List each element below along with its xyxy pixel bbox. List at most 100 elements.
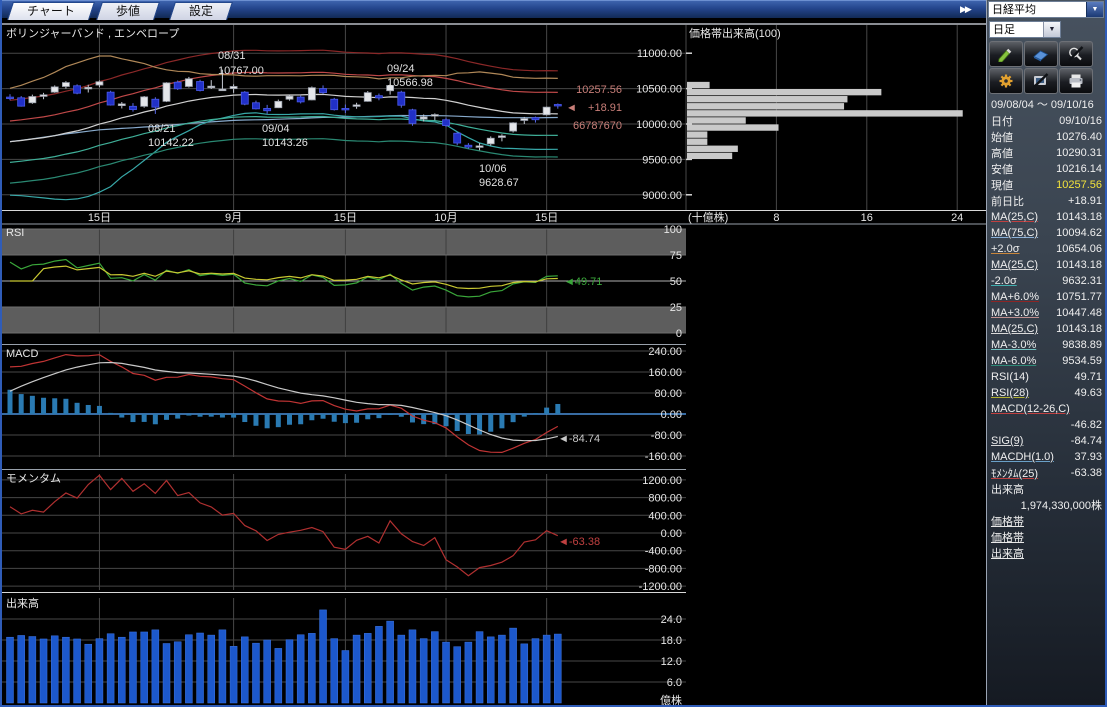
- svg-text:11000.00: 11000.00: [637, 48, 682, 60]
- symbol-select[interactable]: 日経平均 ▼: [988, 1, 1104, 18]
- quote-row[interactable]: +2.0σ 10654.06: [987, 241, 1106, 257]
- svg-text:8: 8: [773, 212, 779, 224]
- quote-row[interactable]: MACDH(1.0)37.93: [987, 449, 1106, 465]
- quote-row[interactable]: MACD(12-26,C): [987, 401, 1106, 417]
- quote-row-label[interactable]: MA(25,C): [991, 259, 1038, 271]
- quote-row: 安値10216.14: [987, 161, 1106, 177]
- print-button[interactable]: [1059, 68, 1093, 94]
- svg-text:出来高: 出来高: [6, 596, 39, 610]
- printer-icon: [1066, 73, 1086, 89]
- quote-row-label: 現値: [991, 177, 1013, 193]
- quote-row-label[interactable]: MA(25,C): [991, 323, 1038, 335]
- quote-row-label[interactable]: RSI(28): [991, 387, 1029, 399]
- tab-tick-label: 歩値: [100, 3, 156, 19]
- chart-canvas: 08/3110767.0009/2410566.9808/2110142.220…: [0, 18, 986, 707]
- tab-settings[interactable]: 設定: [169, 2, 233, 20]
- quote-row-label[interactable]: ﾓﾒﾝﾀﾑ(25): [991, 465, 1038, 481]
- quote-row-value: +18.91: [1068, 195, 1102, 207]
- tab-chart[interactable]: チャート: [7, 2, 95, 20]
- quote-row-label[interactable]: 出来高: [991, 545, 1024, 561]
- quote-row-label[interactable]: MA-3.0%: [991, 339, 1036, 351]
- zoom-disabled-button[interactable]: [1059, 41, 1093, 67]
- svg-text:-800.00: -800.00: [645, 563, 682, 575]
- quote-row-label[interactable]: MA-6.0%: [991, 355, 1036, 367]
- svg-text:10566.98: 10566.98: [387, 77, 433, 89]
- svg-text:1200.00: 1200.00: [642, 475, 682, 487]
- quote-row-label[interactable]: MA+3.0%: [991, 307, 1039, 319]
- quote-row-value: 10751.77: [1056, 291, 1102, 303]
- quote-row[interactable]: MA(25,C)10143.18: [987, 209, 1106, 225]
- quote-row[interactable]: MA-3.0% 9838.89: [987, 337, 1106, 353]
- svg-text:66787670: 66787670: [573, 120, 622, 132]
- quote-row[interactable]: MA(25,C)10143.18: [987, 257, 1106, 273]
- quote-row-value: 10257.56: [1056, 179, 1102, 191]
- svg-text:価格帯出来高(100): 価格帯出来高(100): [689, 26, 781, 40]
- svg-text:10767.00: 10767.00: [218, 65, 264, 77]
- svg-text:MACD: MACD: [6, 348, 38, 360]
- quote-row-label[interactable]: MA+6.0%: [991, 291, 1039, 303]
- quote-row-value: -63.38: [1071, 467, 1102, 479]
- quote-row[interactable]: MA-6.0%9534.59: [987, 353, 1106, 369]
- svg-text:24.0: 24.0: [661, 614, 682, 626]
- quote-row-label[interactable]: MA(25,C): [991, 211, 1038, 223]
- quote-row-value: 10290.31: [1056, 147, 1102, 159]
- quote-row[interactable]: SIG(9)-84.74: [987, 433, 1106, 449]
- svg-text:9月: 9月: [225, 212, 242, 224]
- quote-row[interactable]: RSI(28)49.63: [987, 385, 1106, 401]
- quote-row[interactable]: 価格帯: [987, 529, 1106, 545]
- quote-row-label: 前日比: [991, 193, 1024, 209]
- svg-text:400.00: 400.00: [648, 510, 682, 522]
- quote-row: 日付09/10/16: [987, 113, 1106, 129]
- quote-row-label[interactable]: MACD(12-26,C): [991, 403, 1070, 415]
- quote-row[interactable]: MA(25,C)10143.18: [987, 321, 1106, 337]
- period-select-value: 日足: [990, 22, 1043, 37]
- chart-toolbar: [989, 41, 1093, 94]
- quote-row-label[interactable]: MA(75,C): [991, 227, 1038, 239]
- tab-overflow-icon[interactable]: ▶▶: [960, 4, 970, 15]
- quote-row[interactable]: -2.0σ9632.31: [987, 273, 1106, 289]
- eraser-button[interactable]: [1024, 41, 1058, 67]
- quote-row-value: 9838.89: [1062, 339, 1102, 351]
- svg-text:6.0: 6.0: [667, 677, 682, 689]
- quote-row-label[interactable]: 価格帯: [991, 529, 1024, 545]
- period-select[interactable]: 日足 ▼: [989, 21, 1061, 38]
- quote-row-label[interactable]: MACDH(1.0): [991, 451, 1054, 463]
- gear-icon: [996, 73, 1016, 89]
- quote-row-label[interactable]: 価格帯: [991, 513, 1024, 529]
- sidebar: 日経平均 ▼ 日足 ▼: [986, 0, 1105, 705]
- svg-text:25: 25: [670, 302, 682, 314]
- quote-row: 現値 10257.56: [987, 177, 1106, 193]
- draw-pencil-button[interactable]: [989, 41, 1023, 67]
- svg-text:160.00: 160.00: [648, 367, 682, 379]
- quote-row-label: RSI(14): [991, 371, 1029, 383]
- quote-row: 1,974,330,000株: [987, 497, 1106, 513]
- quote-row-value: 1,974,330,000株: [1021, 497, 1102, 513]
- svg-text:9000.00: 9000.00: [642, 190, 682, 202]
- period-range-label: 09/08/04 ～ 09/10/16: [987, 97, 1106, 113]
- capture-disabled-button[interactable]: [1024, 68, 1058, 94]
- quote-row[interactable]: ﾓﾒﾝﾀﾑ(25) -63.38: [987, 465, 1106, 481]
- quote-row[interactable]: MA+6.0% 10751.77: [987, 289, 1106, 305]
- quote-row-value: 10654.06: [1056, 243, 1102, 255]
- quote-row-value: 10216.14: [1056, 163, 1102, 175]
- quote-row[interactable]: MA(75,C)10094.62: [987, 225, 1106, 241]
- svg-text:10143.26: 10143.26: [262, 137, 308, 149]
- quote-row-label[interactable]: +2.0σ: [991, 243, 1020, 255]
- quote-row-label: 始値: [991, 129, 1013, 145]
- quote-row: -46.82: [987, 417, 1106, 433]
- quote-row[interactable]: 出来高: [987, 545, 1106, 561]
- quote-row-value: 10276.40: [1056, 131, 1102, 143]
- quote-row-label: 出来高: [991, 481, 1024, 497]
- quote-row[interactable]: 価格帯: [987, 513, 1106, 529]
- svg-text:50: 50: [670, 276, 682, 288]
- tab-tick[interactable]: 歩値: [96, 2, 160, 20]
- symbol-dropdown-arrow-icon[interactable]: ▼: [1086, 2, 1103, 17]
- svg-text:10月: 10月: [434, 212, 457, 224]
- quote-row-label[interactable]: SIG(9): [991, 435, 1023, 447]
- svg-text:09/24: 09/24: [387, 63, 415, 75]
- quote-row-label[interactable]: -2.0σ: [991, 275, 1017, 287]
- quote-row[interactable]: MA+3.0%10447.48: [987, 305, 1106, 321]
- svg-text:0: 0: [676, 328, 682, 340]
- period-dropdown-arrow-icon[interactable]: ▼: [1043, 22, 1060, 37]
- settings-gear-button[interactable]: [989, 68, 1023, 94]
